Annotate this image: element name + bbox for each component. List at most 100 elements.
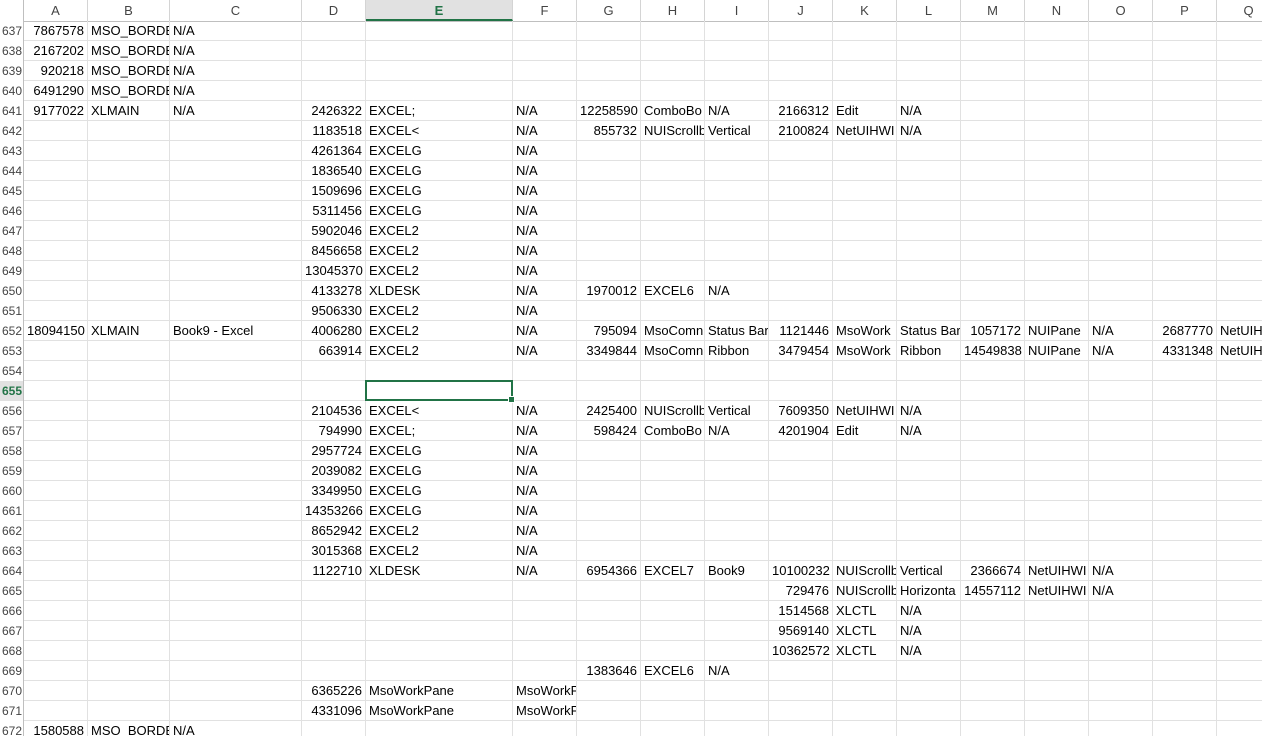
cell-h665[interactable] [641, 581, 705, 600]
cell-e667[interactable] [366, 621, 513, 640]
cell-a646[interactable] [24, 201, 88, 220]
cell-h637[interactable] [641, 21, 705, 40]
cell-d650[interactable]: 4133278 [302, 281, 366, 300]
cell-c671[interactable] [170, 701, 302, 720]
cell-d662[interactable]: 8652942 [302, 521, 366, 540]
cell-l656[interactable]: N/A [897, 401, 961, 420]
cell-n646[interactable] [1025, 201, 1089, 220]
cell-c672[interactable]: N/A [170, 721, 302, 736]
cell-m652[interactable]: 1057172 [961, 321, 1025, 340]
cell-o667[interactable] [1089, 621, 1153, 640]
row-header[interactable]: 650 [0, 281, 24, 301]
cell-p672[interactable] [1153, 721, 1217, 736]
cell-k639[interactable] [833, 61, 897, 80]
cell-b672[interactable]: MSO_BORDE [88, 721, 170, 736]
cell-a661[interactable] [24, 501, 88, 520]
cell-m638[interactable] [961, 41, 1025, 60]
cell-d652[interactable]: 4006280 [302, 321, 366, 340]
cell-n644[interactable] [1025, 161, 1089, 180]
cell-j641[interactable]: 2166312 [769, 101, 833, 120]
cell-h645[interactable] [641, 181, 705, 200]
cell-e670[interactable]: MsoWorkPane [366, 681, 513, 700]
column-header-g[interactable]: G [577, 0, 641, 21]
cell-e658[interactable]: EXCELG [366, 441, 513, 460]
cell-q656[interactable] [1217, 401, 1262, 420]
cell-h639[interactable] [641, 61, 705, 80]
cell-d646[interactable]: 5311456 [302, 201, 366, 220]
cell-e655[interactable] [366, 381, 513, 400]
cell-h656[interactable]: NUIScrollb [641, 401, 705, 420]
cell-a649[interactable] [24, 261, 88, 280]
cell-o664[interactable]: N/A [1089, 561, 1153, 580]
cell-j642[interactable]: 2100824 [769, 121, 833, 140]
cell-j637[interactable] [769, 21, 833, 40]
cell-p667[interactable] [1153, 621, 1217, 640]
cell-m654[interactable] [961, 361, 1025, 380]
cell-p653[interactable]: 4331348 [1153, 341, 1217, 360]
cell-o658[interactable] [1089, 441, 1153, 460]
cell-n637[interactable] [1025, 21, 1089, 40]
cell-o644[interactable] [1089, 161, 1153, 180]
cell-c668[interactable] [170, 641, 302, 660]
cell-e644[interactable]: EXCELG [366, 161, 513, 180]
cell-q670[interactable] [1217, 681, 1262, 700]
cell-p663[interactable] [1153, 541, 1217, 560]
cell-f646[interactable]: N/A [513, 201, 577, 220]
cell-q650[interactable] [1217, 281, 1262, 300]
cell-m661[interactable] [961, 501, 1025, 520]
cell-i646[interactable] [705, 201, 769, 220]
cell-j654[interactable] [769, 361, 833, 380]
cell-i661[interactable] [705, 501, 769, 520]
cell-i649[interactable] [705, 261, 769, 280]
cell-c640[interactable]: N/A [170, 81, 302, 100]
cell-m667[interactable] [961, 621, 1025, 640]
cell-b650[interactable] [88, 281, 170, 300]
cell-c649[interactable] [170, 261, 302, 280]
cell-g648[interactable] [577, 241, 641, 260]
cell-q638[interactable] [1217, 41, 1262, 60]
cell-d655[interactable] [302, 381, 366, 400]
cell-j658[interactable] [769, 441, 833, 460]
cell-n672[interactable] [1025, 721, 1089, 736]
cell-h641[interactable]: ComboBo [641, 101, 705, 120]
cell-d668[interactable] [302, 641, 366, 660]
cell-b659[interactable] [88, 461, 170, 480]
cell-p642[interactable] [1153, 121, 1217, 140]
cell-c670[interactable] [170, 681, 302, 700]
cell-n651[interactable] [1025, 301, 1089, 320]
cell-f654[interactable] [513, 361, 577, 380]
cell-q660[interactable] [1217, 481, 1262, 500]
cell-f637[interactable] [513, 21, 577, 40]
cell-e651[interactable]: EXCEL2 [366, 301, 513, 320]
cell-i639[interactable] [705, 61, 769, 80]
row-header[interactable]: 659 [0, 461, 24, 481]
cell-o663[interactable] [1089, 541, 1153, 560]
cell-n662[interactable] [1025, 521, 1089, 540]
cell-m649[interactable] [961, 261, 1025, 280]
cell-c667[interactable] [170, 621, 302, 640]
cell-q647[interactable] [1217, 221, 1262, 240]
cell-j647[interactable] [769, 221, 833, 240]
cell-o646[interactable] [1089, 201, 1153, 220]
cell-c644[interactable] [170, 161, 302, 180]
cell-g655[interactable] [577, 381, 641, 400]
cell-o659[interactable] [1089, 461, 1153, 480]
cell-k668[interactable]: XLCTL [833, 641, 897, 660]
cell-l655[interactable] [897, 381, 961, 400]
cell-c651[interactable] [170, 301, 302, 320]
row-header[interactable]: 665 [0, 581, 24, 601]
cell-p644[interactable] [1153, 161, 1217, 180]
cell-c641[interactable]: N/A [170, 101, 302, 120]
cell-f671[interactable]: MsoWorkPane [513, 701, 577, 720]
cell-o651[interactable] [1089, 301, 1153, 320]
cell-f657[interactable]: N/A [513, 421, 577, 440]
cell-d651[interactable]: 9506330 [302, 301, 366, 320]
cell-i643[interactable] [705, 141, 769, 160]
cell-b657[interactable] [88, 421, 170, 440]
cell-q651[interactable] [1217, 301, 1262, 320]
cell-l648[interactable] [897, 241, 961, 260]
cell-j639[interactable] [769, 61, 833, 80]
cell-l639[interactable] [897, 61, 961, 80]
cell-l666[interactable]: N/A [897, 601, 961, 620]
cell-g643[interactable] [577, 141, 641, 160]
